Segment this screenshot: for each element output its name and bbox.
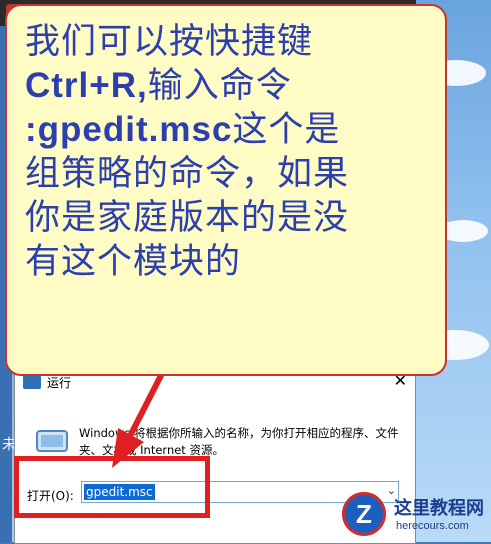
callout-line-2: Ctrl+R,输入命令 <box>25 64 441 108</box>
callout-line-4: 组策略的命令，如果 <box>25 154 350 194</box>
callout-line-3-rest: 这个是 <box>232 110 341 150</box>
watermark-title: 这里教程网 <box>394 498 484 519</box>
callout-command: :gpedit.msc <box>25 110 233 149</box>
callout-line-3: :gpedit.msc这个是 <box>25 108 441 152</box>
callout-text: 我们可以按快捷键 Ctrl+R,输入命令 :gpedit.msc这个是 组策略的… <box>25 20 441 284</box>
site-watermark: Z 这里教程网 herecours.com <box>338 488 488 542</box>
watermark-logo: Z <box>342 492 386 536</box>
callout-line-5: 你是家庭版本的是没 <box>25 198 350 238</box>
watermark-url: herecours.com <box>396 520 469 532</box>
instruction-callout: 我们可以按快捷键 Ctrl+R,输入命令 :gpedit.msc这个是 组策略的… <box>5 4 447 376</box>
callout-line-2-rest: 输入命令 <box>147 66 292 106</box>
callout-line-1: 我们可以按快捷键 <box>25 22 314 62</box>
callout-shortcut: Ctrl+R, <box>25 66 148 105</box>
callout-line-6: 有这个模块的 <box>25 242 242 282</box>
